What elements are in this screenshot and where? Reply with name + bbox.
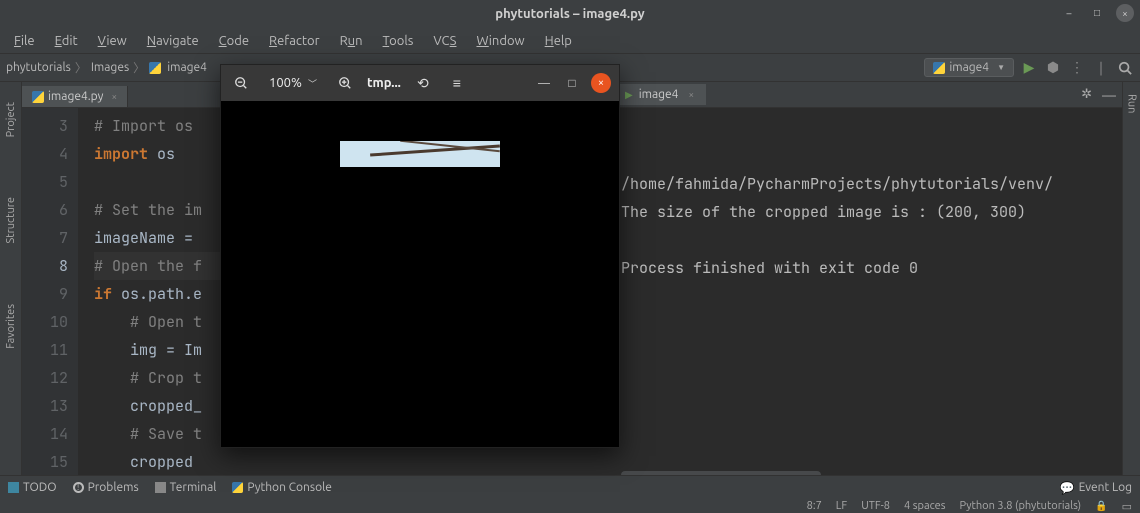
menu-help[interactable]: Help <box>537 32 580 50</box>
status-extra-icon[interactable]: ▭ <box>1122 500 1132 513</box>
window-maximize-button[interactable]: □ <box>1088 4 1106 22</box>
tool-run-stripe[interactable]: Run <box>1126 94 1138 113</box>
breadcrumb-file[interactable]: image4 <box>167 61 207 74</box>
status-line-ending[interactable]: LF <box>836 500 847 512</box>
menu-code[interactable]: Code <box>211 32 257 50</box>
python-file-icon <box>32 91 44 103</box>
tool-project[interactable]: Project <box>5 102 17 137</box>
breadcrumb-root[interactable]: phytutorials <box>6 61 71 74</box>
run-tool-window: ▶ image4 × ✲ — /home/fahmida/PycharmProj… <box>613 82 1122 483</box>
tool-terminal[interactable]: Terminal <box>155 481 217 494</box>
event-log-button[interactable]: 💬 Event Log <box>1060 481 1132 495</box>
viewer-tool-button-1[interactable]: ⟲ <box>411 71 435 95</box>
zoom-out-button[interactable] <box>229 71 253 95</box>
menu-refactor[interactable]: Refactor <box>261 32 328 50</box>
tool-structure[interactable]: Structure <box>5 197 17 244</box>
image-viewer-canvas[interactable] <box>221 101 619 447</box>
run-tab-image4[interactable]: ▶ image4 × <box>613 84 706 105</box>
python-file-icon <box>149 62 161 74</box>
status-bar: 8:7 LF UTF-8 4 spaces Python 3.8 (phytut… <box>0 499 1140 513</box>
tool-todo[interactable]: TODO <box>8 481 57 494</box>
viewer-minimize-button[interactable]: — <box>535 77 553 90</box>
image-viewer-title: tmp... <box>367 76 401 90</box>
more-actions-button[interactable]: ⋮ <box>1068 59 1086 77</box>
window-close-button[interactable]: × <box>1116 4 1134 22</box>
lock-icon[interactable]: 🔒 <box>1095 500 1107 512</box>
menu-window[interactable]: Window <box>468 32 532 50</box>
close-tab-icon[interactable]: × <box>111 91 117 102</box>
displayed-image <box>340 141 500 167</box>
run-button[interactable]: ▶ <box>1020 59 1038 77</box>
run-output[interactable]: /home/fahmida/PycharmProjects/phytutoria… <box>613 108 1122 483</box>
terminal-icon <box>155 482 166 493</box>
titlebar: phytutorials – image4.py – □ × <box>0 0 1140 28</box>
status-encoding[interactable]: UTF-8 <box>861 500 890 512</box>
python-icon <box>933 62 945 74</box>
window-minimize-button[interactable]: – <box>1060 4 1078 22</box>
close-run-tab-icon[interactable]: × <box>688 89 694 100</box>
editor-tab-label: image4.py <box>48 90 103 103</box>
viewer-menu-button[interactable]: ≡ <box>445 71 469 95</box>
run-config-selector[interactable]: image4 ▼ <box>924 58 1014 77</box>
menu-edit[interactable]: Edit <box>47 32 86 50</box>
breadcrumb-folder[interactable]: Images <box>91 61 129 74</box>
zoom-level-selector[interactable]: 100% ﹀ <box>263 74 323 92</box>
zoom-level-label: 100% <box>269 76 302 90</box>
search-everywhere-button[interactable] <box>1116 59 1134 77</box>
status-interpreter[interactable]: Python 3.8 (phytutorials) <box>960 500 1082 512</box>
menu-tools[interactable]: Tools <box>375 32 422 50</box>
todo-icon <box>8 482 19 493</box>
viewer-close-button[interactable]: × <box>591 73 611 93</box>
chevron-down-icon: ﹀ <box>308 77 317 90</box>
menu-view[interactable]: View <box>90 32 135 50</box>
image-viewer-window[interactable]: 100% ﹀ tmp... ⟲ ≡ — □ × <box>220 64 620 448</box>
left-tool-strip: Project Structure Favorites <box>0 82 22 483</box>
menu-file[interactable]: File <box>6 32 43 50</box>
run-hide-icon[interactable]: — <box>1102 87 1116 103</box>
tool-python-console[interactable]: Python Console <box>232 481 332 494</box>
run-tab-label: image4 <box>639 88 679 101</box>
run-settings-icon[interactable]: ✲ <box>1081 87 1092 102</box>
window-title: phytutorials – image4.py <box>495 7 644 21</box>
event-log-icon: 💬 <box>1060 481 1075 495</box>
tool-problems[interactable]: !Problems <box>73 481 139 494</box>
menubar: File Edit View Navigate Code Refactor Ru… <box>0 28 1140 54</box>
chevron-down-icon: ▼ <box>997 63 1005 72</box>
viewer-maximize-button[interactable]: □ <box>563 76 581 90</box>
run-config-label: image4 <box>949 61 989 74</box>
menu-vcs[interactable]: VCS <box>425 32 464 50</box>
run-tabs: ▶ image4 × ✲ — <box>613 82 1122 108</box>
python-icon <box>232 482 243 493</box>
tool-favorites[interactable]: Favorites <box>5 304 17 349</box>
image-viewer-toolbar: 100% ﹀ tmp... ⟲ ≡ — □ × <box>221 65 619 101</box>
right-tool-strip: Run <box>1122 82 1140 483</box>
zoom-in-button[interactable] <box>333 71 357 95</box>
debug-button[interactable]: ⬢ <box>1044 59 1062 77</box>
problems-icon: ! <box>73 482 84 493</box>
status-caret-position[interactable]: 8:7 <box>807 500 822 512</box>
play-icon: ▶ <box>625 89 633 101</box>
status-indent[interactable]: 4 spaces <box>904 500 946 512</box>
breadcrumb: phytutorials 〉 Images 〉 image4 <box>6 59 207 76</box>
bottom-toolbar: TODO !Problems Terminal Python Console 💬… <box>0 475 1140 499</box>
line-number-gutter: 3456789101112131415 <box>22 108 78 483</box>
menu-run[interactable]: Run <box>332 32 371 50</box>
editor-tab-image4[interactable]: image4.py × <box>22 86 128 107</box>
divider: | <box>1092 59 1110 77</box>
menu-navigate[interactable]: Navigate <box>139 32 207 50</box>
